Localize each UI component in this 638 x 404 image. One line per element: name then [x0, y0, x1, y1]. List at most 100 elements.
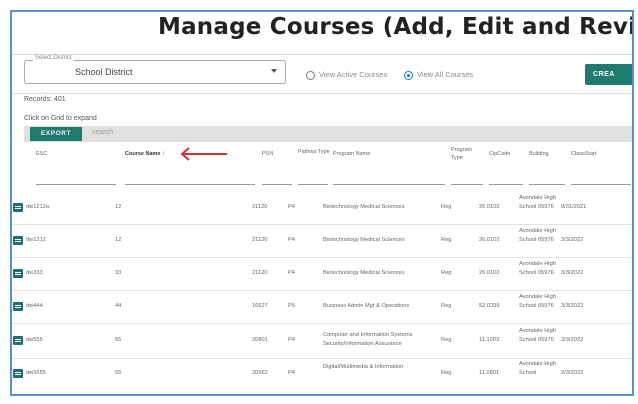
cell-cipcode: 26.0102 — [479, 204, 500, 210]
cell-esc: dw444 — [26, 303, 43, 309]
radio-view-all-label: View All Courses — [417, 70, 474, 79]
edit-icon[interactable] — [13, 269, 23, 278]
table-row[interactable]: dw1212a 12 21120 P4 Biotechnology Medica… — [12, 191, 632, 225]
radio-circle-icon — [306, 70, 315, 80]
cell-program-type: Reg — [441, 303, 452, 309]
district-select-legend: Select District — [33, 55, 74, 61]
cell-esc: dw1212 — [26, 237, 46, 243]
cell-pathway: P4 — [288, 337, 295, 343]
cell-program-type: Reg — [441, 204, 452, 210]
cell-classstart: 3/3/2022 — [561, 337, 584, 343]
grid-header: ESC Course Name ↑ PSN Pathwa Type Progra… — [22, 142, 638, 188]
cell-pathway: P4 — [288, 237, 295, 243]
filter-input-course-name[interactable] — [125, 184, 255, 185]
cell-building: Avondale High School 05976 — [519, 228, 556, 243]
filter-input-psn[interactable] — [262, 184, 292, 185]
col-header-esc[interactable]: ESC — [36, 150, 47, 158]
col-header-building[interactable]: Building — [529, 150, 549, 158]
cell-building: Avondale High School 05976 — [519, 294, 556, 309]
cell-pathway: P4 — [288, 204, 295, 210]
cell-classstart: 3/3/2022 — [561, 370, 584, 376]
col-header-psn[interactable]: PSN — [262, 150, 273, 158]
cell-building: Avondale High School 05976 — [519, 195, 556, 210]
col-header-pathway-type[interactable]: Pathwa Type — [298, 148, 330, 156]
col-header-course-name[interactable]: Course Name ↑ — [125, 150, 165, 158]
cell-psn: 20562 — [252, 370, 268, 376]
cell-cipcode: 11.1003 — [479, 337, 500, 343]
edit-icon[interactable] — [13, 302, 23, 311]
cell-classstart: 3/3/2022 — [561, 237, 584, 243]
edit-icon[interactable] — [13, 336, 23, 345]
table-row[interactable]: dw555 55 20801 P4 Computer and Informati… — [12, 324, 632, 359]
cell-psn: 21120 — [252, 270, 268, 276]
district-select-value: School District — [75, 67, 133, 77]
filter-input-program-name[interactable] — [333, 184, 445, 185]
filter-input-esc[interactable] — [36, 184, 116, 185]
edit-icon[interactable] — [13, 203, 23, 212]
radio-view-active-label: View Active Courses — [319, 70, 388, 79]
radio-view-active[interactable]: View Active Courses — [306, 70, 387, 80]
edit-icon[interactable] — [13, 369, 23, 378]
cell-esc: dw1212a — [26, 204, 50, 210]
cell-course-name: 55 — [115, 370, 122, 376]
table-row[interactable]: dw444 44 16627 P5 Business Admin Mgt & O… — [12, 291, 632, 324]
cell-course-name: 55 — [115, 337, 122, 343]
col-header-cipcode[interactable]: CipCode — [489, 150, 510, 158]
filter-input-classstart[interactable] — [571, 184, 631, 185]
cell-program-name: Biotechnology Medical Sciences — [323, 204, 405, 210]
district-select[interactable]: Select District School District — [24, 55, 286, 84]
cell-esc: dw333 — [26, 270, 43, 276]
cell-psn: 21120 — [252, 237, 268, 243]
table-row[interactable]: dw333 33 21120 P4 Biotechnology Medical … — [12, 258, 632, 291]
filter-input-pathway[interactable] — [298, 184, 328, 185]
cell-psn: 16627 — [252, 303, 268, 309]
filter-input-program-type[interactable] — [451, 184, 483, 185]
cell-course-name: 44 — [115, 303, 122, 309]
cell-esc: dw555 — [26, 337, 43, 343]
caret-down-icon — [271, 69, 277, 73]
cell-program-name: Biotechnology Medical Sciences — [323, 237, 405, 243]
cell-program-name: Digital/Multimedia & Information — [323, 364, 404, 370]
cell-pathway: P4 — [288, 370, 295, 376]
cell-classstart: 8/31/2021 — [561, 204, 587, 210]
cell-building: Avondale High School 05976 — [519, 328, 556, 343]
grid-expand-hint: Click on Grid to expand — [24, 115, 97, 122]
cell-course-name: 12 — [115, 204, 122, 210]
filter-input-building[interactable] — [529, 184, 565, 185]
cell-cipcode: 52.0299 — [479, 303, 500, 309]
table-row[interactable]: dw1212 12 21120 P4 Biotechnology Medical… — [12, 225, 632, 258]
table-row[interactable]: dw5555 55 20562 P4 Digital/Multimedia & … — [12, 359, 632, 385]
col-header-program-type[interactable]: Program Type — [451, 146, 475, 162]
cell-course-name: 33 — [115, 270, 122, 276]
search-input[interactable]: search — [92, 129, 113, 136]
cell-esc: dw5555 — [26, 370, 46, 376]
red-arrow-icon — [180, 147, 227, 161]
create-course-button[interactable]: CREA — [585, 64, 632, 85]
cell-classstart: 3/3/2022 — [561, 303, 584, 309]
cell-program-type: Reg — [441, 270, 452, 276]
cell-program-name: Biotechnology Medical Sciences — [323, 270, 405, 276]
cell-cipcode: 26.0102 — [479, 270, 500, 276]
cell-psn: 20801 — [252, 337, 268, 343]
grid-toolbar: EXPORT search — [24, 126, 632, 142]
radio-view-all[interactable]: View All Courses — [404, 70, 473, 80]
export-button[interactable]: EXPORT — [30, 127, 82, 141]
cell-building: Avondale High School 05976 — [519, 261, 556, 276]
edit-icon[interactable] — [13, 236, 23, 245]
cell-cipcode: 11.0801 — [479, 370, 500, 376]
cell-program-name: Business Admin Mgt & Operations — [323, 303, 410, 309]
sort-asc-icon: ↑ — [162, 151, 165, 157]
cell-building: Avondale High School — [519, 361, 556, 376]
cell-cipcode: 26.0102 — [479, 237, 500, 243]
filter-bar: Select District School District View Act… — [12, 54, 632, 94]
cell-psn: 21120 — [252, 204, 268, 210]
col-header-course-name-label: Course Name — [125, 151, 161, 157]
cell-program-type: Reg — [441, 237, 452, 243]
col-header-classstart[interactable]: ClassStart — [571, 150, 596, 158]
cell-course-name: 12 — [115, 237, 122, 243]
radio-selected-icon — [404, 70, 413, 80]
col-header-program-name[interactable]: Program Name — [333, 150, 370, 158]
cell-pathway: P4 — [288, 270, 295, 276]
filter-input-cipcode[interactable] — [489, 184, 523, 185]
cell-pathway: P5 — [288, 303, 295, 309]
